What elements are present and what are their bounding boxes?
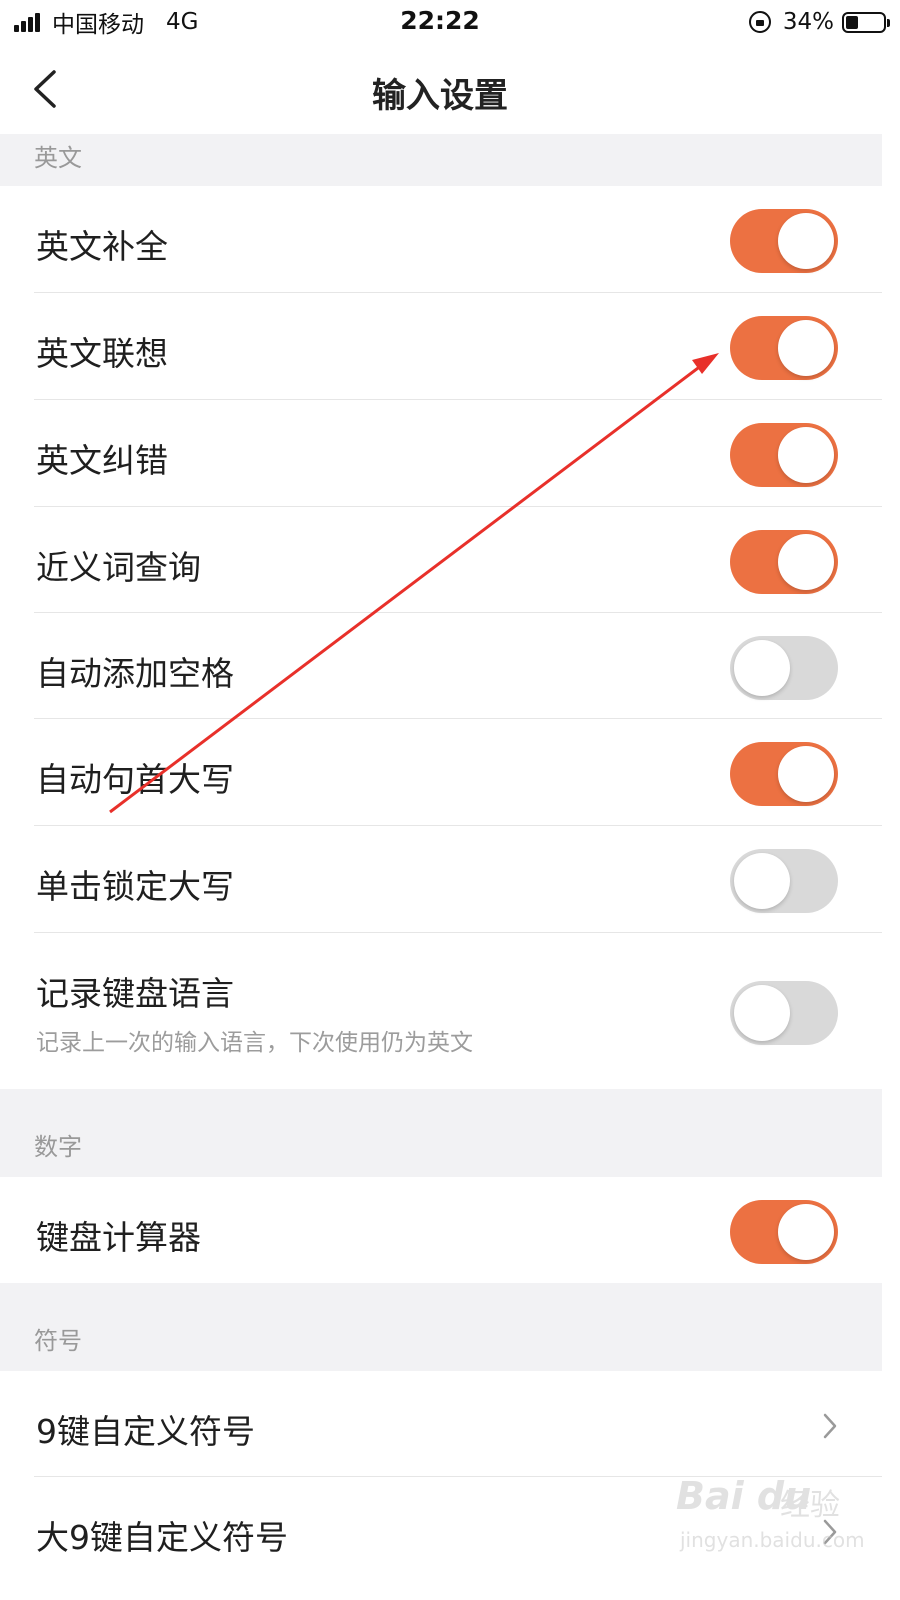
- setting-description: 记录上一次的输入语言，下次使用仍为英文: [36, 1030, 473, 1056]
- input-settings-screen: 中国移动 4G 22:22 34% 输入设置 英文 英文补全 英文联想 英文纠错…: [0, 0, 900, 1600]
- toggle-switch[interactable]: [730, 423, 838, 487]
- rotation-lock-icon: [748, 11, 771, 33]
- toggle-knob: [778, 746, 834, 802]
- watermark-url: jingyan.baidu.com: [680, 1528, 865, 1552]
- section-header-symbols: 符号: [0, 1283, 882, 1371]
- page-title: 输入设置: [372, 76, 508, 116]
- toggle-switch[interactable]: [730, 1200, 838, 1264]
- toggle-switch[interactable]: [730, 316, 838, 380]
- navigation-bar: 输入设置: [0, 44, 900, 134]
- setting-row-tap-caps-lock[interactable]: 单击锁定大写: [0, 826, 882, 933]
- watermark-text: 经验: [780, 1488, 840, 1523]
- toggle-knob: [778, 213, 834, 269]
- battery-icon: [842, 11, 890, 33]
- baidu-jingyan-watermark: Bai du 经验 jingyan.baidu.com: [676, 1474, 865, 1560]
- setting-label: 自动添加空格: [36, 654, 234, 693]
- toggle-knob: [734, 853, 790, 909]
- setting-label: 英文补全: [36, 227, 168, 266]
- setting-row-remember-keyboard-language[interactable]: 记录键盘语言 记录上一次的输入语言，下次使用仍为英文: [0, 933, 882, 1089]
- battery-percent: 34%: [782, 9, 834, 35]
- setting-label: 键盘计算器: [36, 1218, 201, 1257]
- status-bar: 中国移动 4G 22:22 34%: [0, 0, 900, 44]
- toggle-knob: [734, 985, 790, 1041]
- toggle-knob: [734, 640, 790, 696]
- setting-label: 自动句首大写: [36, 760, 234, 799]
- toggle-switch[interactable]: [730, 530, 838, 594]
- setting-label: 记录键盘语言: [36, 974, 234, 1013]
- section-header-numbers: 数字: [0, 1089, 882, 1177]
- toggle-knob: [778, 1204, 834, 1260]
- toggle-knob: [778, 320, 834, 376]
- setting-row-english-association[interactable]: 英文联想: [0, 293, 882, 400]
- section-title: 数字: [34, 1133, 82, 1161]
- setting-row-synonym-lookup[interactable]: 近义词查询: [0, 507, 882, 613]
- status-right: 34%: [748, 8, 890, 36]
- setting-row-9key-custom-symbols[interactable]: 9键自定义符号: [0, 1371, 882, 1477]
- setting-row-auto-space[interactable]: 自动添加空格: [0, 613, 882, 719]
- setting-row-english-correction[interactable]: 英文纠错: [0, 400, 882, 507]
- toggle-switch[interactable]: [730, 209, 838, 273]
- section-title: 符号: [34, 1327, 82, 1355]
- setting-label: 近义词查询: [36, 548, 201, 587]
- setting-label: 9键自定义符号: [36, 1412, 255, 1451]
- setting-row-auto-capitalize[interactable]: 自动句首大写: [0, 719, 882, 826]
- toggle-switch[interactable]: [730, 636, 838, 700]
- setting-label: 英文联想: [36, 334, 168, 373]
- chevron-right-icon: [823, 1413, 837, 1439]
- toggle-switch[interactable]: [730, 742, 838, 806]
- setting-label: 单击锁定大写: [36, 867, 234, 906]
- setting-row-english-completion[interactable]: 英文补全: [0, 186, 882, 293]
- toggle-switch[interactable]: [730, 981, 838, 1045]
- setting-label: 英文纠错: [36, 441, 168, 480]
- setting-row-keyboard-calculator[interactable]: 键盘计算器: [0, 1177, 882, 1283]
- toggle-knob: [778, 427, 834, 483]
- setting-label: 大9键自定义符号: [36, 1518, 288, 1557]
- section-title: 英文: [34, 144, 82, 172]
- toggle-switch[interactable]: [730, 849, 838, 913]
- section-header-english: 英文: [0, 134, 882, 186]
- toggle-knob: [778, 534, 834, 590]
- battery-level-fill: [846, 15, 859, 29]
